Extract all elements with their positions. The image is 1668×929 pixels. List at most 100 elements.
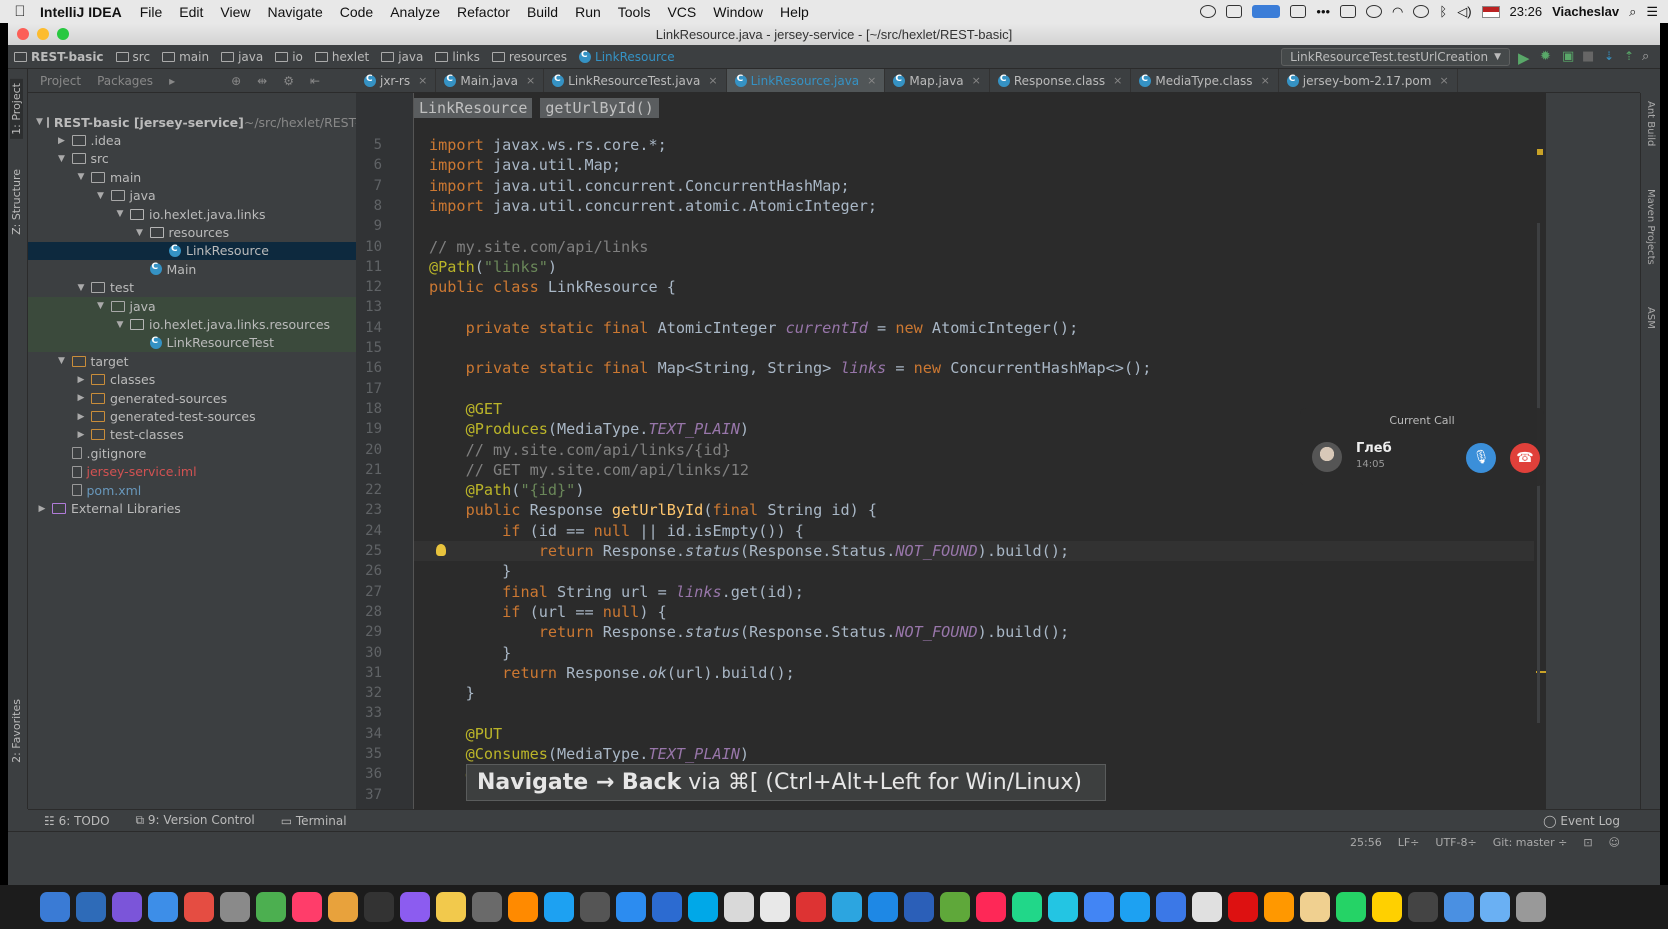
close-tab-icon[interactable]: × [708,74,717,87]
editor-tab[interactable]: Response.class × [990,69,1132,92]
code-line[interactable]: return Response.status(Response.Status.N… [429,541,1069,561]
menu-file[interactable]: File [140,4,163,20]
code-line[interactable]: import javax.ws.rs.core.*; [429,135,667,155]
tree-node[interactable]: ▶ External Libraries [28,499,356,517]
code-line[interactable]: @GET [429,399,503,419]
line-separator[interactable]: LF÷ [1398,836,1420,849]
menu-refactor[interactable]: Refactor [457,4,510,20]
tree-node[interactable]: ▼ io.hexlet.java.links [28,205,356,223]
dock-app-icon[interactable] [184,892,214,922]
dock-app-icon[interactable] [1516,892,1546,922]
tree-node[interactable]: ▼ main [28,168,356,186]
code-line[interactable]: @Path("links") [429,257,557,277]
tree-node[interactable]: ▼ REST-basic [jersey-service] ~/src/hexle… [28,113,356,131]
chevron-down-icon[interactable]: ▼ [56,154,68,164]
notification-center-icon[interactable]: ☰ [1646,4,1658,20]
shield-icon[interactable] [1366,5,1383,18]
dock-app-icon[interactable] [1444,892,1474,922]
maven-projects-tool-button[interactable]: Maven Projects [1645,189,1656,265]
flag-icon[interactable] [1481,5,1500,18]
run-configuration-select[interactable]: LinkResourceTest.testUrlCreation ▼ [1281,48,1510,66]
record-icon[interactable] [1200,5,1217,18]
dock-app-icon[interactable] [1372,892,1402,922]
close-tab-icon[interactable]: × [1261,74,1270,87]
chevron-right-icon[interactable]: ▶ [75,375,87,385]
code-line[interactable]: return Response.ok(url).build(); [429,663,795,683]
dock-app-icon[interactable] [328,892,358,922]
dock-app-icon[interactable] [976,892,1006,922]
menu-tools[interactable]: Tools [618,4,651,20]
crumb-java[interactable]: java [221,50,263,64]
code-line[interactable]: public Response getUrlById(final String … [429,500,878,520]
tree-node[interactable]: LinkResourceTest [28,333,356,353]
airplay-icon[interactable] [1340,5,1357,18]
code-line[interactable]: @Path("{id}") [429,480,585,500]
code-line[interactable]: @Consumes(MediaType.TEXT_PLAIN) [429,744,749,764]
tree-node[interactable]: ▼ java [28,297,356,316]
close-tab-icon[interactable]: × [418,74,427,87]
tree-node[interactable]: ▼ test [28,279,356,297]
intention-bulb-icon[interactable] [436,544,446,556]
coverage-icon[interactable]: ▣ [1562,49,1578,65]
code-line[interactable]: import java.util.concurrent.atomic.Atomi… [429,196,877,216]
close-tab-icon[interactable]: × [972,74,981,87]
dock-app-icon[interactable] [1480,892,1510,922]
bluetooth-icon[interactable]: ᛒ [1439,4,1447,19]
chevron-down-icon[interactable]: ▼ [114,320,126,330]
dock-app-icon[interactable] [148,892,178,922]
crumb-java-pkg[interactable]: java [381,50,423,64]
asm-tool-button[interactable]: ASM [1645,307,1656,329]
dock-app-icon[interactable] [220,892,250,922]
code-line[interactable]: import java.util.Map; [429,155,621,175]
breadcrumb-method[interactable]: getUrlById() [540,98,659,118]
debug-icon[interactable]: ✹ [1540,49,1556,65]
search-everywhere-icon[interactable]: ⌕ [1642,49,1658,65]
inspector-icon[interactable]: ☺ [1609,836,1620,849]
chevron-right-icon[interactable]: ▶ [75,412,87,422]
menu-vcs[interactable]: VCS [667,4,696,20]
dock-app-icon[interactable] [1084,892,1114,922]
crumb-io[interactable]: io [275,50,303,64]
code-line[interactable]: // GET my.site.com/api/links/12 [429,460,749,480]
menu-view[interactable]: View [220,4,250,20]
user-name[interactable]: Viacheslav [1552,4,1619,19]
code-line[interactable]: if (id == null || id.isEmpty()) { [429,521,804,541]
dock-app-icon[interactable] [256,892,286,922]
close-tab-icon[interactable]: × [1113,74,1122,87]
zoom-window-button[interactable] [57,28,69,40]
microphone-button[interactable]: 🎙 [1466,443,1496,473]
dock-app-icon[interactable] [508,892,538,922]
code-line[interactable]: return Response.status(Response.Status.N… [429,622,1069,642]
code-line[interactable]: } [429,643,511,663]
dock-app-icon[interactable] [544,892,574,922]
dock-app-icon[interactable] [1228,892,1258,922]
dock-app-icon[interactable] [112,892,142,922]
chevron-right-icon[interactable]: ▸ [169,74,175,88]
crumb-main[interactable]: main [162,50,209,64]
clock[interactable]: 23:26 [1510,4,1543,19]
code-line[interactable]: private static final Map<String, String>… [429,358,1152,378]
dock-app-icon[interactable] [364,892,394,922]
chevron-down-icon[interactable]: ▼ [75,283,87,293]
code-line[interactable]: final String url = links.get(id); [429,582,804,602]
window-icon[interactable] [1290,5,1307,18]
dock-app-icon[interactable] [400,892,430,922]
chevron-right-icon[interactable]: ▶ [75,393,87,403]
dock-app-icon[interactable] [76,892,106,922]
breadcrumb-class[interactable]: LinkResource [414,98,533,118]
chevron-down-icon[interactable]: ▼ [36,117,43,127]
crumb-links[interactable]: links [435,50,480,64]
gear-icon[interactable]: ⚙ [283,74,294,88]
menu-window[interactable]: Window [713,4,763,20]
close-window-button[interactable] [17,28,29,40]
app-menu[interactable]: IntelliJ IDEA [40,4,122,20]
tree-node[interactable]: ▼ resources [28,223,356,241]
dock-app-icon[interactable] [1012,892,1042,922]
dock-app-icon[interactable] [724,892,754,922]
code-line[interactable]: import java.util.concurrent.ConcurrentHa… [429,176,850,196]
dock-app-icon[interactable] [1048,892,1078,922]
editor-tab[interactable]: LinkResourceTest.java × [544,69,727,92]
code-line[interactable]: @PUT [429,724,503,744]
vcs-update-icon[interactable]: ⇣ [1604,49,1620,65]
dock-app-icon[interactable] [652,892,682,922]
